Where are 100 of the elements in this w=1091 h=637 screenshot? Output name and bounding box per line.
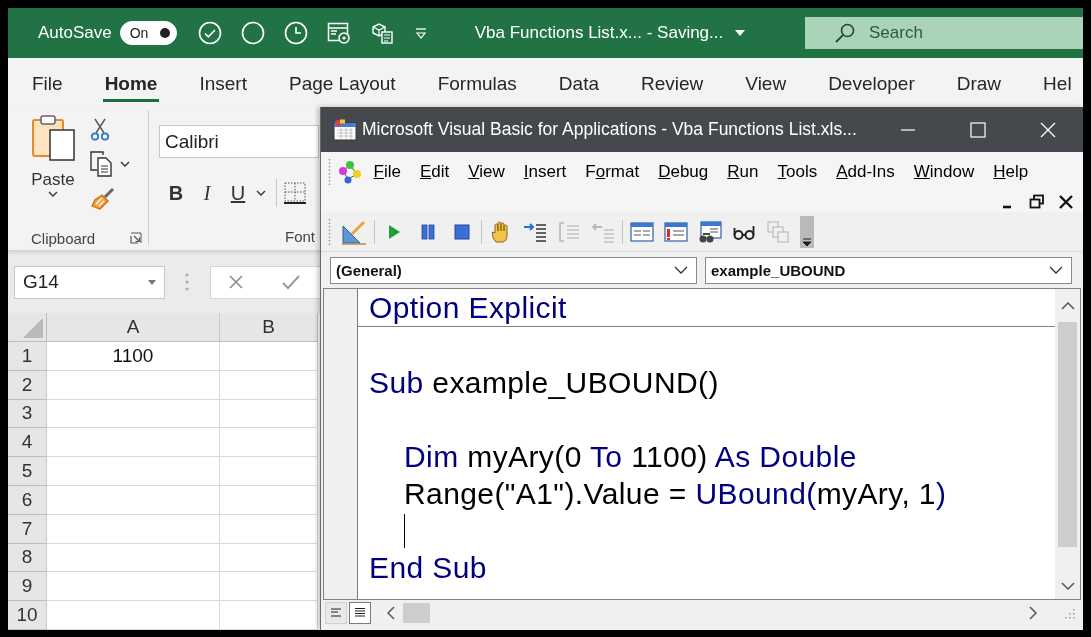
row-header[interactable]: 6 xyxy=(8,486,47,515)
chevron-down-icon xyxy=(1049,266,1063,274)
ribbon-tab[interactable]: File xyxy=(30,58,65,102)
group-label: Font xyxy=(285,228,315,245)
menu-item[interactable]: Edit xyxy=(410,158,459,186)
scissors-icon[interactable] xyxy=(90,117,110,141)
scroll-thumb[interactable] xyxy=(403,602,430,623)
cross-icon[interactable] xyxy=(228,274,244,290)
window-alert-icon[interactable] xyxy=(664,219,688,244)
ribbon-tab[interactable]: Hel xyxy=(1041,58,1074,102)
caret-icon[interactable] xyxy=(735,30,746,36)
restore-icon[interactable] xyxy=(1029,194,1045,210)
borders-icon[interactable] xyxy=(284,182,306,204)
row-header[interactable]: 8 xyxy=(8,543,47,573)
binoculars-icon[interactable] xyxy=(698,219,722,244)
ribbon-tab[interactable]: Home xyxy=(102,58,160,102)
menu-item[interactable]: Help xyxy=(983,158,1038,186)
row-header[interactable]: 9 xyxy=(8,572,47,602)
check-icon[interactable] xyxy=(282,274,300,290)
font-name-field[interactable]: Calibri xyxy=(159,125,319,158)
chevron-left-icon[interactable] xyxy=(387,605,395,620)
window-title: Microsoft Visual Basic for Applications - Vba Functions List.xls... xyxy=(362,119,857,140)
search-icon xyxy=(835,23,855,43)
name-box[interactable]: G14 xyxy=(14,265,165,299)
overflow-chevron-icon[interactable] xyxy=(800,215,814,248)
code-line: End Sub xyxy=(369,550,487,586)
row-header[interactable]: 1 xyxy=(8,342,47,371)
resize-grip-icon xyxy=(1063,606,1075,619)
format-button[interactable]: U xyxy=(225,178,251,208)
menu-item[interactable]: Insert xyxy=(514,158,576,186)
grip-icon xyxy=(328,218,331,245)
menu-item[interactable]: Add-Ins xyxy=(826,158,905,186)
ribbon-tab[interactable]: Formulas xyxy=(435,58,519,102)
window-badge-icon[interactable] xyxy=(326,21,351,45)
maximize-icon[interactable] xyxy=(970,121,986,138)
row-header[interactable]: 3 xyxy=(8,399,47,429)
menu-item[interactable]: Run xyxy=(717,158,768,186)
table-cell: 1100 xyxy=(47,342,220,371)
cube-document-icon[interactable] xyxy=(369,21,394,45)
autosave-label: AutoSave xyxy=(38,23,112,43)
caret-icon[interactable] xyxy=(256,190,266,196)
row-header[interactable]: 7 xyxy=(8,514,47,544)
scroll-thumb[interactable] xyxy=(1058,322,1077,547)
format-button[interactable]: B xyxy=(163,178,189,208)
ribbon-tab[interactable]: View xyxy=(743,58,789,102)
grip-icon xyxy=(328,159,331,185)
chevron-up-icon[interactable] xyxy=(1060,301,1075,310)
circle-icon[interactable] xyxy=(240,21,265,45)
lines-icon xyxy=(330,607,342,618)
ruler-pencil-icon[interactable] xyxy=(341,218,367,245)
code-line: Sub example_UBOUND() xyxy=(369,365,719,401)
copy-icon[interactable] xyxy=(90,151,112,177)
column-header[interactable]: A xyxy=(47,313,220,342)
row-header[interactable]: 2 xyxy=(8,370,47,400)
caret-icon[interactable] xyxy=(120,161,130,167)
group-label: Clipboard xyxy=(31,229,96,247)
close-icon[interactable] xyxy=(1058,194,1074,210)
code-line: Dim myAry(0 To 1100) As Double xyxy=(404,439,857,475)
chevron-down-icon[interactable] xyxy=(1060,582,1075,590)
row-header[interactable]: 10 xyxy=(8,601,47,630)
vertical-scrollbar[interactable] xyxy=(1055,289,1080,599)
brush-icon[interactable] xyxy=(90,187,116,211)
menu-item[interactable]: Debug xyxy=(648,158,718,186)
clipboard-icon xyxy=(30,114,76,162)
ribbon-tab[interactable]: Data xyxy=(556,58,601,102)
code-line: Range("A1").Value = UBound(myAry, 1) xyxy=(404,476,947,512)
procedure-dropdown[interactable]: example_UBOUND xyxy=(705,256,1072,284)
view-button[interactable] xyxy=(349,601,371,624)
check-circle-icon[interactable] xyxy=(197,21,222,45)
row-header[interactable]: 5 xyxy=(8,457,47,486)
row-header[interactable]: 4 xyxy=(8,428,47,458)
window-icon[interactable] xyxy=(630,219,654,244)
menu-item[interactable]: View xyxy=(458,158,515,186)
dialog-launcher-icon[interactable] xyxy=(130,232,142,244)
grip-icon xyxy=(185,272,189,292)
menu-item[interactable]: Tools xyxy=(768,158,827,186)
menu-item[interactable]: Format xyxy=(575,158,649,186)
format-button[interactable]: I xyxy=(194,178,220,208)
chevron-down-icon xyxy=(674,266,688,274)
document-title: Vba Functions List.x... - Saving... xyxy=(474,23,724,43)
menu-item[interactable]: File xyxy=(364,158,411,186)
code-line: Option Explicit xyxy=(369,290,567,326)
column-header[interactable]: B xyxy=(220,313,318,342)
menu-item[interactable]: Window xyxy=(904,158,984,186)
lines-icon xyxy=(354,607,366,618)
logo-icon xyxy=(336,159,364,185)
ribbon-tab[interactable]: Page Layout xyxy=(286,58,398,102)
ribbon-tab[interactable]: Developer xyxy=(826,58,917,102)
ribbon-tab[interactable]: Draw xyxy=(954,58,1004,102)
ribbon-tab[interactable]: Review xyxy=(639,58,706,102)
caret-icon xyxy=(48,191,58,197)
object-dropdown[interactable]: (General) xyxy=(330,256,697,284)
app-window-icon xyxy=(333,118,357,141)
paste-button[interactable]: Paste xyxy=(28,114,78,220)
clock-icon[interactable] xyxy=(283,21,308,45)
search-field[interactable]: Search xyxy=(805,17,1083,49)
text-cursor xyxy=(404,513,405,548)
chevron-right-icon[interactable] xyxy=(1029,605,1037,620)
ribbon-tab[interactable]: Insert xyxy=(197,58,249,102)
autosave-toggle[interactable]: On xyxy=(119,21,177,45)
